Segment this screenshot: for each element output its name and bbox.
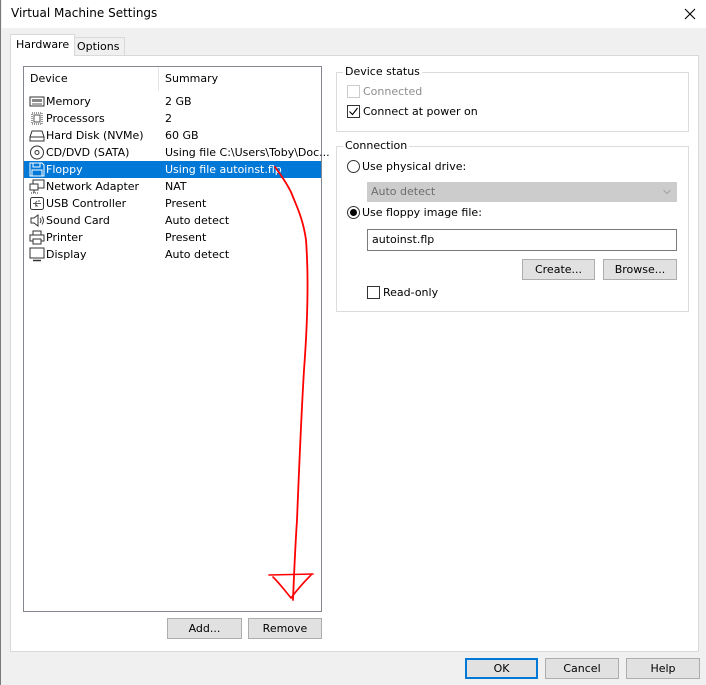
- physical-drive-select[interactable]: Auto detect: [367, 182, 677, 202]
- floppy-image-file-input[interactable]: autoinst.flp: [367, 229, 677, 251]
- device-name: Hard Disk (NVMe): [46, 129, 144, 142]
- column-separator[interactable]: [158, 67, 159, 91]
- device-summary: Present: [165, 197, 207, 210]
- read-only-checkbox[interactable]: Read-only: [367, 286, 438, 299]
- floppy-icon: [29, 162, 45, 177]
- device-summary: Auto detect: [165, 214, 230, 227]
- device-row-memory[interactable]: Memory 2 GB: [24, 93, 321, 110]
- device-status-group: Device status Connected Connect at power…: [336, 65, 689, 132]
- checkbox-box: [367, 286, 380, 299]
- connection-group: Connection Use physical drive: Auto dete…: [336, 139, 689, 312]
- device-row-processors[interactable]: Processors 2: [24, 110, 321, 127]
- browse-button[interactable]: Browse...: [603, 259, 677, 280]
- device-summary: 2: [165, 112, 172, 125]
- device-summary: Using file autoinst.flp: [165, 163, 282, 176]
- connect-at-power-on-checkbox[interactable]: Connect at power on: [347, 105, 478, 118]
- display-icon: [29, 247, 45, 262]
- device-row-printer[interactable]: Printer Present: [24, 229, 321, 246]
- connect-at-power-on-label: Connect at power on: [363, 105, 478, 118]
- use-physical-drive-radio[interactable]: Use physical drive:: [347, 160, 466, 173]
- device-status-legend: Device status: [343, 65, 422, 78]
- device-name: Display: [46, 248, 87, 261]
- device-list[interactable]: Device Summary Memory 2 GB Processors 2 …: [23, 66, 330, 612]
- device-summary: 60 GB: [165, 129, 199, 142]
- window-title: Virtual Machine Settings: [11, 6, 158, 20]
- device-name: Network Adapter: [46, 180, 140, 193]
- create-button[interactable]: Create...: [522, 259, 595, 280]
- tab-options[interactable]: Options: [71, 37, 126, 55]
- device-name: Sound Card: [46, 214, 110, 227]
- physical-drive-value: Auto detect: [371, 185, 436, 198]
- sound-card-icon: [29, 213, 45, 228]
- device-row-display[interactable]: Display Auto detect: [24, 246, 321, 263]
- add-device-button[interactable]: Add...: [167, 618, 242, 639]
- device-name: Floppy: [46, 163, 83, 176]
- use-floppy-image-radio[interactable]: Use floppy image file:: [347, 206, 482, 219]
- device-summary: Present: [165, 231, 207, 244]
- memory-icon: [29, 94, 45, 109]
- device-row-sound-card[interactable]: Sound Card Auto detect: [24, 212, 321, 229]
- device-summary: 2 GB: [165, 95, 192, 108]
- processor-icon: [29, 111, 45, 126]
- device-name: CD/DVD (SATA): [46, 146, 130, 159]
- chevron-down-icon: [663, 189, 671, 195]
- connection-legend: Connection: [343, 139, 410, 152]
- device-name: Memory: [46, 95, 91, 108]
- checkmark-icon: [349, 107, 358, 116]
- device-summary: Using file C:\Users\Toby\Doc...: [165, 146, 330, 159]
- ok-button[interactable]: OK: [465, 658, 538, 679]
- device-summary: NAT: [165, 180, 187, 193]
- tab-hardware[interactable]: Hardware: [10, 34, 76, 56]
- cancel-button[interactable]: Cancel: [545, 658, 619, 679]
- device-name: Processors: [46, 112, 105, 125]
- network-adapter-icon: [29, 179, 45, 194]
- device-row-usb-controller[interactable]: USB Controller Present: [24, 195, 321, 212]
- radio-dot: [350, 209, 357, 216]
- use-floppy-image-label: Use floppy image file:: [362, 206, 482, 219]
- close-button[interactable]: [673, 0, 706, 28]
- radio-circle: [347, 206, 360, 219]
- read-only-label: Read-only: [383, 286, 439, 299]
- hard-disk-icon: [29, 128, 45, 143]
- connected-label: Connected: [363, 85, 423, 98]
- connected-checkbox[interactable]: Connected: [347, 85, 422, 98]
- title-bar: Virtual Machine Settings: [2, 0, 706, 28]
- printer-icon: [29, 230, 45, 245]
- close-icon: [684, 8, 696, 20]
- device-summary: Auto detect: [165, 248, 230, 261]
- hardware-panel: Device Summary Memory 2 GB Processors 2 …: [10, 55, 699, 652]
- checkbox-box: [347, 85, 360, 98]
- list-header: Device Summary: [24, 67, 321, 91]
- radio-circle: [347, 160, 360, 173]
- vm-settings-dialog: Virtual Machine Settings Hardware Option…: [0, 0, 706, 685]
- device-row-network-adapter[interactable]: Network Adapter NAT: [24, 178, 321, 195]
- device-row-floppy[interactable]: Floppy Using file autoinst.flp: [24, 161, 321, 178]
- device-name: Printer: [46, 231, 83, 244]
- column-header-summary[interactable]: Summary: [165, 72, 218, 85]
- column-header-device[interactable]: Device: [30, 72, 68, 85]
- checkbox-box: [347, 105, 360, 118]
- usb-icon: [29, 196, 45, 211]
- device-row-cd-dvd[interactable]: CD/DVD (SATA) Using file C:\Users\Toby\D…: [24, 144, 330, 161]
- device-name: USB Controller: [46, 197, 127, 210]
- device-row-hard-disk[interactable]: Hard Disk (NVMe) 60 GB: [24, 127, 321, 144]
- remove-device-button[interactable]: Remove: [248, 618, 322, 639]
- use-physical-drive-label: Use physical drive:: [362, 160, 467, 173]
- help-button[interactable]: Help: [626, 658, 700, 679]
- cd-dvd-icon: [29, 145, 45, 160]
